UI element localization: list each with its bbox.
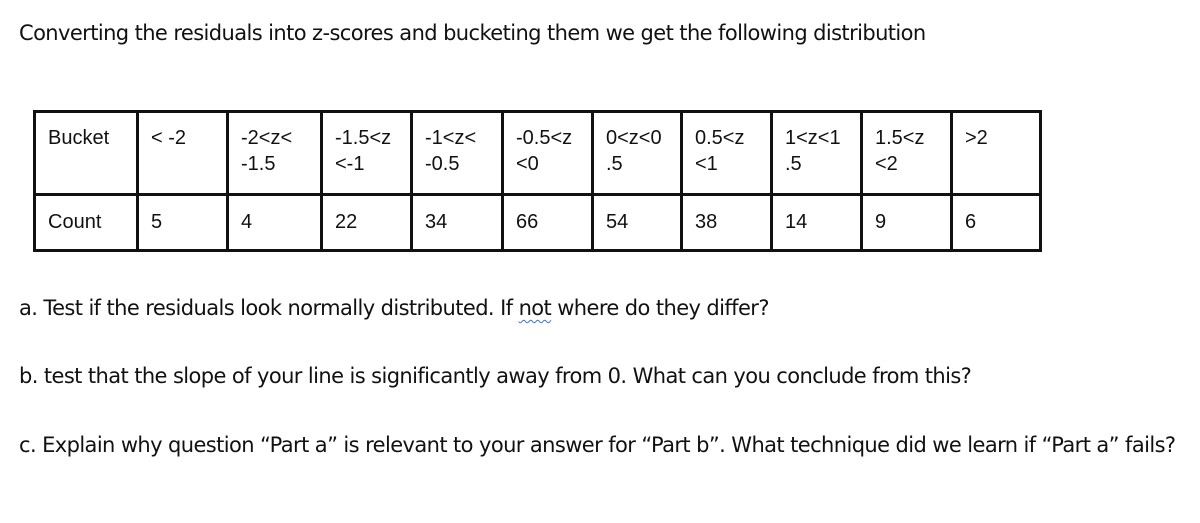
bucket-label: -2<z< -1.5 bbox=[241, 127, 293, 175]
intro-text: Converting the residuals into z-scores a… bbox=[19, 21, 926, 45]
question-a-end: where do they differ? bbox=[551, 296, 769, 320]
z-score-distribution-table: Bucket < -2 -2<z< -1.5 -1.5<z <-1 -1<z< … bbox=[33, 110, 1042, 252]
count-value: 14 bbox=[785, 211, 808, 233]
count-value: 38 bbox=[695, 211, 718, 233]
bucket-label: 1<z<1 .5 bbox=[785, 127, 841, 175]
bucket-cell: 1<z<1 .5 bbox=[770, 110, 863, 196]
count-value: 22 bbox=[335, 211, 358, 233]
count-cell: 6 bbox=[950, 193, 1042, 252]
bucket-header: Bucket bbox=[48, 127, 110, 149]
count-cell: 54 bbox=[591, 193, 683, 252]
bucket-label: -0.5<z <0 bbox=[516, 127, 573, 175]
count-value: 5 bbox=[151, 211, 163, 233]
count-row: Count 5 4 22 34 66 54 38 14 9 6 bbox=[33, 193, 1042, 252]
bucket-label: >2 bbox=[965, 127, 988, 149]
count-value: 6 bbox=[965, 211, 977, 233]
count-cell: 66 bbox=[501, 193, 594, 252]
question-a: a. Test if the residuals look normally d… bbox=[19, 296, 769, 320]
bucket-cell: 1.5<z <2 bbox=[860, 110, 953, 196]
bucket-cell: -2<z< -1.5 bbox=[226, 110, 323, 196]
bucket-cell: 0.5<z <1 bbox=[680, 110, 773, 196]
bucket-header-cell: Bucket bbox=[33, 110, 139, 196]
count-header-cell: Count bbox=[33, 193, 139, 252]
count-cell: 4 bbox=[226, 193, 323, 252]
count-cell: 22 bbox=[320, 193, 413, 252]
bucket-label: 1.5<z <2 bbox=[875, 127, 925, 175]
count-cell: 34 bbox=[410, 193, 504, 252]
question-c: c. Explain why question “Part a” is rele… bbox=[19, 433, 1176, 457]
count-value: 9 bbox=[875, 211, 887, 233]
bucket-label: 0<z<0 .5 bbox=[606, 127, 662, 175]
spellcheck-flagged-word[interactable]: not bbox=[519, 296, 552, 320]
bucket-label: -1.5<z <-1 bbox=[335, 127, 392, 175]
bucket-cell: < -2 bbox=[136, 110, 229, 196]
count-cell: 5 bbox=[136, 193, 229, 252]
count-cell: 14 bbox=[770, 193, 863, 252]
bucket-cell: 0<z<0 .5 bbox=[591, 110, 683, 196]
bucket-label: < -2 bbox=[151, 127, 187, 149]
count-header: Count bbox=[48, 211, 102, 233]
question-b: b. test that the slope of your line is s… bbox=[19, 364, 972, 388]
count-value: 34 bbox=[425, 211, 448, 233]
count-value: 54 bbox=[606, 211, 629, 233]
bucket-cell: -1.5<z <-1 bbox=[320, 110, 413, 196]
bucket-label: -1<z< -0.5 bbox=[425, 127, 477, 175]
bucket-label: 0.5<z <1 bbox=[695, 127, 745, 175]
count-cell: 9 bbox=[860, 193, 953, 252]
bucket-cell: >2 bbox=[950, 110, 1042, 196]
bucket-row: Bucket < -2 -2<z< -1.5 -1.5<z <-1 -1<z< … bbox=[33, 110, 1042, 196]
question-a-start: a. Test if the residuals look normally d… bbox=[19, 296, 519, 320]
count-value: 66 bbox=[516, 211, 539, 233]
count-cell: 38 bbox=[680, 193, 773, 252]
bucket-cell: -0.5<z <0 bbox=[501, 110, 594, 196]
bucket-cell: -1<z< -0.5 bbox=[410, 110, 504, 196]
count-value: 4 bbox=[241, 211, 253, 233]
